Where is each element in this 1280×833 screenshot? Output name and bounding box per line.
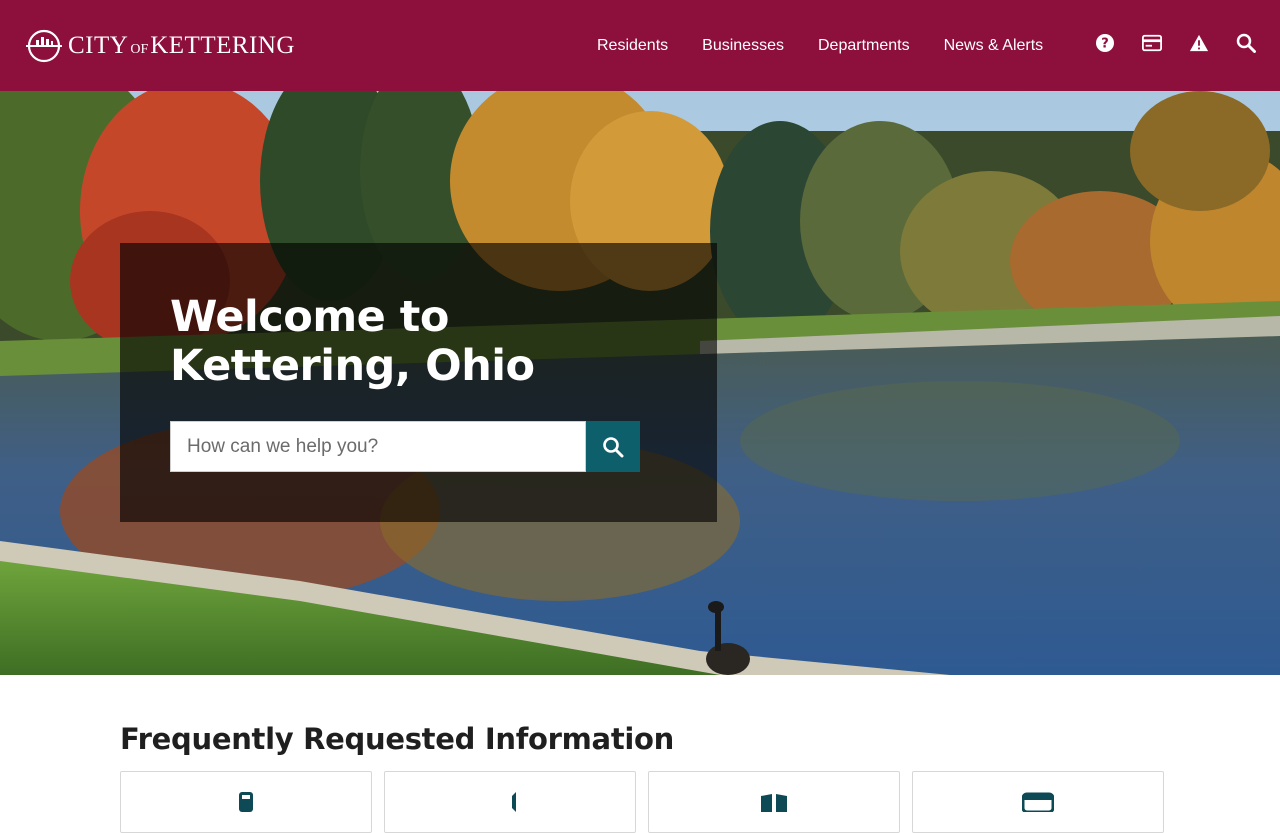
help-icon[interactable]: ? [1095,33,1115,53]
quick-link-card[interactable] [912,771,1164,833]
svg-text:?: ? [1101,37,1109,52]
logo-wordmark: City ofKettering [68,32,295,59]
calendar-icon [1022,792,1054,812]
quick-link-card[interactable] [384,771,636,833]
hero-search [170,421,640,472]
nav-departments[interactable]: Departments [818,37,910,55]
search-icon [603,436,624,457]
frequently-requested-cards [120,771,1164,833]
payment-card-icon[interactable] [1142,33,1162,53]
megaphone-icon [512,792,516,812]
frequently-requested-title: Frequently Requested Information [120,722,675,756]
phone-icon [239,792,253,812]
alert-icon[interactable] [1189,33,1209,53]
hero-title: Welcome to Kettering, Ohio [170,292,535,391]
hero-search-button[interactable] [586,421,640,472]
hero-welcome-panel: Welcome to Kettering, Ohio [120,243,717,522]
utility-icons: ? [1095,33,1256,53]
nav-news-alerts[interactable]: News & Alerts [944,37,1044,55]
hero-search-input[interactable] [170,421,586,472]
site-header: City ofKettering Residents Businesses Dep… [0,0,1280,91]
book-icon [761,794,787,812]
search-icon[interactable] [1236,33,1256,53]
quick-link-card[interactable] [120,771,372,833]
nav-businesses[interactable]: Businesses [702,37,784,55]
quick-link-card[interactable] [648,771,900,833]
nav-residents[interactable]: Residents [597,37,668,55]
city-logo[interactable]: City ofKettering [26,28,295,64]
hero-banner: Welcome to Kettering, Ohio [0,91,1280,675]
main-nav: Residents Businesses Departments News & … [580,0,1060,91]
city-seal-icon [26,29,62,63]
